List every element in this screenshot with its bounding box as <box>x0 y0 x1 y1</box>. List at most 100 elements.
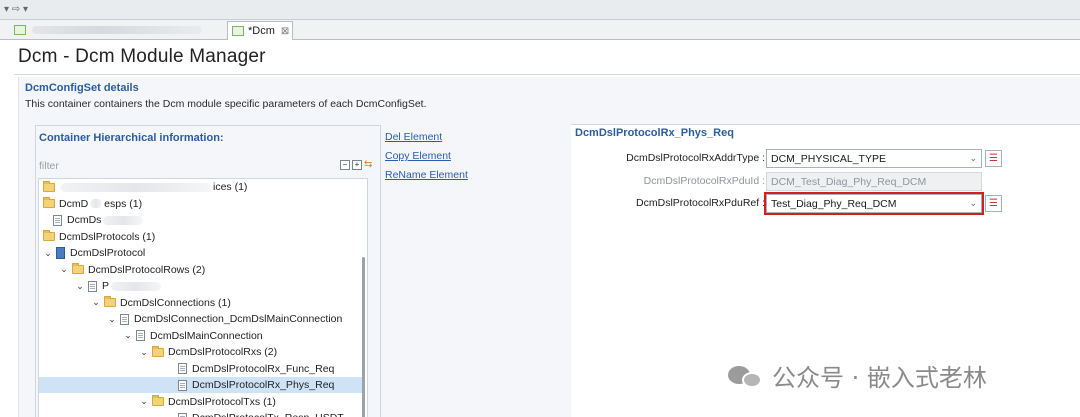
tree-scrollbar[interactable] <box>362 257 365 417</box>
tree-item-label: DcmDslConnection_DcmDslMainConnection <box>134 313 343 325</box>
tree-item-label: DcmDslProtocolRx_Func_Req <box>192 362 335 375</box>
folder-icon <box>152 345 164 357</box>
tree-item-label: DcmDs <box>67 214 102 226</box>
tree-item[interactable]: DcmDslProtocolRx_Phys_Req <box>39 377 365 393</box>
chevron-down-icon[interactable]: ⌄ <box>91 297 101 308</box>
details-title: DcmDslProtocolRx_Phys_Req <box>575 127 734 139</box>
tree-item[interactable]: ices (1) <box>39 179 365 195</box>
copy-element-link[interactable]: Copy Element <box>385 150 468 162</box>
tree-item[interactable]: DcmDs <box>39 212 365 228</box>
rx-pdu-id-field: DCM_Test_Diag_Phy_Req_DCM <box>766 172 982 191</box>
collapse-all-icon[interactable]: − <box>340 160 350 170</box>
rx-pdu-id-label: DcmDslProtocolRxPduId : <box>643 175 765 187</box>
filter-input[interactable]: filter <box>39 160 59 172</box>
doc-icon <box>53 214 62 226</box>
tree-item[interactable]: ⌄ P <box>39 278 365 294</box>
rx-pdu-ref-label: DcmDslProtocolRxPduRef : <box>636 197 765 209</box>
chevron-down-icon: ⌄ <box>969 153 977 163</box>
top-toolbar: ▾ ⇨ ▾ <box>0 0 1080 20</box>
tree-item[interactable]: DcmDslProtocolRx_Func_Req <box>39 361 365 377</box>
tree-item[interactable]: ⌄ DcmDslMainConnection <box>39 328 365 344</box>
tree-item-label: DcmDslProtocolTx_Resp_USDT <box>192 412 344 417</box>
element-actions: Del Element Copy Element ReName Element <box>385 131 468 181</box>
title-divider <box>14 74 1080 75</box>
tree-item-label: P <box>102 280 110 292</box>
redacted-text <box>111 281 162 291</box>
tree-item-label: DcmDslProtocol <box>70 247 146 259</box>
expand-all-icon[interactable]: + <box>352 160 362 170</box>
tree-item-label-tail: esps (1) <box>104 197 143 210</box>
tree-item[interactable]: ⌄ DcmDslProtocolRxs (2) <box>39 344 365 360</box>
doc-icon <box>136 330 145 341</box>
folder-icon <box>152 395 164 406</box>
module-tab-icon <box>14 25 26 35</box>
tree-item-label: DcmDslProtocols (1) <box>59 230 156 243</box>
rx-pdu-ref-select[interactable]: Test_Diag_Phy_Req_DCM ⌄ <box>764 192 984 215</box>
watermark: 公众号 · 嵌入式老林 <box>728 358 987 393</box>
tree-item[interactable]: ⌄ DcmDslProtocol <box>39 245 365 261</box>
doc-icon <box>178 379 187 391</box>
tab-dcm-label: *Dcm <box>248 25 275 37</box>
wechat-icon <box>728 363 764 389</box>
tree-item-label: DcmDslConnections (1) <box>120 296 231 309</box>
list-icon[interactable]: ☰ <box>985 195 1002 212</box>
rx-addr-type-value: DCM_PHYSICAL_TYPE <box>771 152 886 165</box>
chevron-down-icon[interactable]: ⌄ <box>123 330 133 341</box>
list-icon[interactable]: ☰ <box>985 150 1002 167</box>
module-tab-icon <box>232 26 244 36</box>
rename-element-link[interactable]: ReName Element <box>385 169 468 181</box>
watermark-text: 公众号 · 嵌入式老林 <box>772 364 987 392</box>
tree-item-label: DcmDslProtocolRx_Phys_Req <box>192 379 335 391</box>
redacted-text <box>90 199 103 208</box>
folder-icon <box>43 197 55 208</box>
redacted-text <box>61 182 211 192</box>
tree-item-label: DcmD <box>59 197 89 210</box>
chevron-down-icon: ⌄ <box>969 198 977 208</box>
tree-item[interactable]: ⌄ DcmDslConnections (1) <box>39 295 365 311</box>
close-icon[interactable]: ⊠ <box>281 26 289 37</box>
chevron-down-icon[interactable]: ⌄ <box>107 314 117 325</box>
tree-tools: − + ⇆ <box>340 160 376 170</box>
tree-item[interactable]: DcmDslProtocolTx_Resp_USDT <box>39 410 365 417</box>
chevron-down-icon[interactable]: ⌄ <box>139 347 149 358</box>
tab-obscured[interactable] <box>14 23 224 37</box>
tree-item[interactable]: ⌄ DcmDslConnection_DcmDslMainConnection <box>39 311 365 327</box>
tab-dcm[interactable]: *Dcm ⊠ <box>227 21 293 40</box>
tree-item[interactable]: ⌄ DcmDslProtocolTxs (1) <box>39 394 365 410</box>
tree-item-label: DcmDslMainConnection <box>150 329 263 342</box>
chevron-down-icon[interactable]: ⌄ <box>75 281 85 292</box>
container-panel-title: Container Hierarchical information: <box>39 132 224 144</box>
folder-icon <box>72 263 84 274</box>
nav-arrows-icon[interactable]: ▾ ⇨ ▾ <box>4 4 28 15</box>
tree-item-label: DcmDslProtocolRxs (2) <box>168 346 278 358</box>
link-editor-icon[interactable]: ⇆ <box>364 160 376 170</box>
rx-addr-type-select[interactable]: DCM_PHYSICAL_TYPE ⌄ <box>766 149 982 168</box>
folder-icon <box>104 296 116 307</box>
section-title: DcmConfigSet details <box>25 82 139 94</box>
container-panel: Container Hierarchical information: filt… <box>35 125 381 417</box>
doc-icon <box>178 412 187 417</box>
tree-item-label: DcmDslProtocolRows (2) <box>88 263 206 276</box>
editor-tab-bar: *Dcm ⊠ <box>0 20 1080 40</box>
doc-icon <box>88 280 97 292</box>
rx-addr-type-label: DcmDslProtocolRxAddrType : <box>626 152 765 164</box>
doc-icon <box>178 363 187 374</box>
tree-item[interactable]: DcmDslProtocols (1) <box>39 229 365 245</box>
module-icon <box>56 247 65 259</box>
rx-pdu-ref-value: Test_Diag_Phy_Req_DCM <box>771 197 897 210</box>
folder-icon <box>43 180 55 192</box>
rx-pdu-id-value: DCM_Test_Diag_Phy_Req_DCM <box>771 175 927 188</box>
redacted-text <box>103 215 144 225</box>
blurred-tab-label <box>32 26 202 34</box>
container-tree[interactable]: ices (1) DcmD esps (1) DcmDs DcmDslProtocols… <box>38 178 368 417</box>
chevron-down-icon[interactable]: ⌄ <box>59 264 69 275</box>
chevron-down-icon[interactable]: ⌄ <box>43 248 53 259</box>
folder-icon <box>43 230 55 241</box>
tree-item-label: DcmDslProtocolTxs (1) <box>168 395 276 408</box>
tree-item-label: ices (1) <box>213 181 248 193</box>
del-element-link[interactable]: Del Element <box>385 131 468 143</box>
section-description: This container containers the Dcm module… <box>25 98 427 110</box>
chevron-down-icon[interactable]: ⌄ <box>139 396 149 407</box>
tree-item[interactable]: ⌄ DcmDslProtocolRows (2) <box>39 262 365 278</box>
tree-item[interactable]: DcmD esps (1) <box>39 196 365 212</box>
